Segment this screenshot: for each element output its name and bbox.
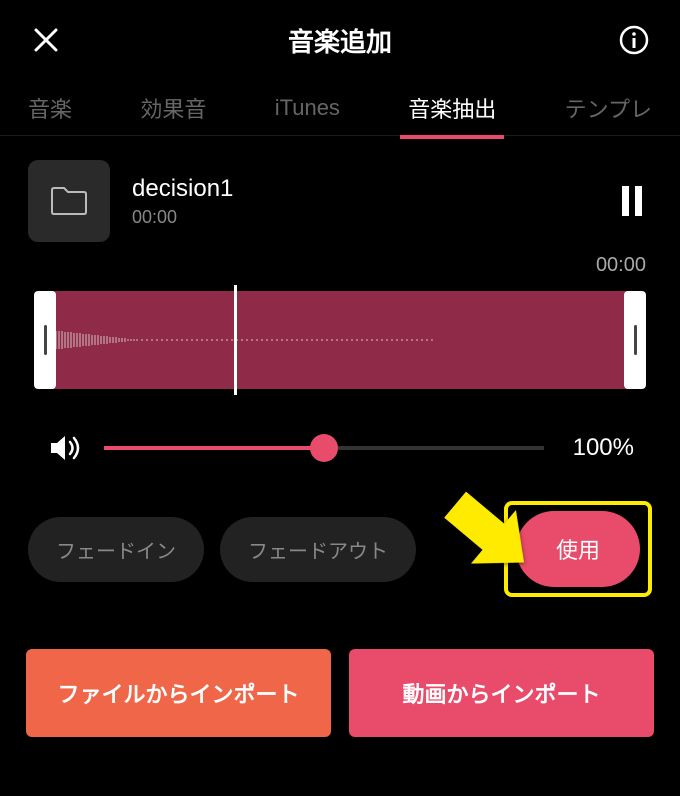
track-name: decision1 (132, 175, 590, 203)
waveform-track[interactable] (48, 291, 632, 389)
pause-button[interactable] (612, 181, 652, 221)
tab-itunes[interactable]: iTunes (267, 83, 348, 133)
import-row: ファイルからインポート 動画からインポート (0, 597, 680, 737)
volume-fill (104, 446, 324, 450)
tab-sfx[interactable]: 効果音 (132, 80, 214, 136)
tab-music[interactable]: 音楽 (20, 80, 80, 136)
tabs: 音楽 効果音 iTunes 音楽抽出 テンプレ (0, 80, 680, 136)
header: 音楽追加 (0, 0, 680, 80)
track-duration: 00:00 (132, 207, 590, 228)
import-from-video-button[interactable]: 動画からインポート (349, 649, 654, 737)
info-icon[interactable] (616, 22, 652, 58)
action-row: フェードイン フェードアウト 使用 (0, 467, 680, 597)
tab-extract[interactable]: 音楽抽出 (400, 80, 504, 136)
volume-row: 100% (0, 389, 680, 467)
waveform[interactable] (34, 291, 646, 389)
import-from-file-button[interactable]: ファイルからインポート (26, 649, 331, 737)
track-row: decision1 00:00 (0, 136, 680, 254)
track-info: decision1 00:00 (132, 175, 590, 228)
volume-value: 100% (564, 434, 634, 462)
folder-icon[interactable] (28, 160, 110, 242)
volume-icon[interactable] (46, 429, 84, 467)
tab-template[interactable]: テンプレ (557, 80, 660, 136)
volume-slider[interactable] (104, 446, 544, 450)
fade-out-button[interactable]: フェードアウト (220, 517, 416, 582)
close-icon[interactable] (28, 22, 64, 58)
fade-in-button[interactable]: フェードイン (28, 517, 204, 582)
trim-handle-left[interactable] (34, 291, 56, 389)
trim-handle-right[interactable] (624, 291, 646, 389)
volume-thumb[interactable] (310, 434, 338, 462)
playback-time: 00:00 (0, 254, 680, 285)
page-title: 音楽追加 (288, 22, 392, 59)
playhead[interactable] (234, 285, 237, 395)
